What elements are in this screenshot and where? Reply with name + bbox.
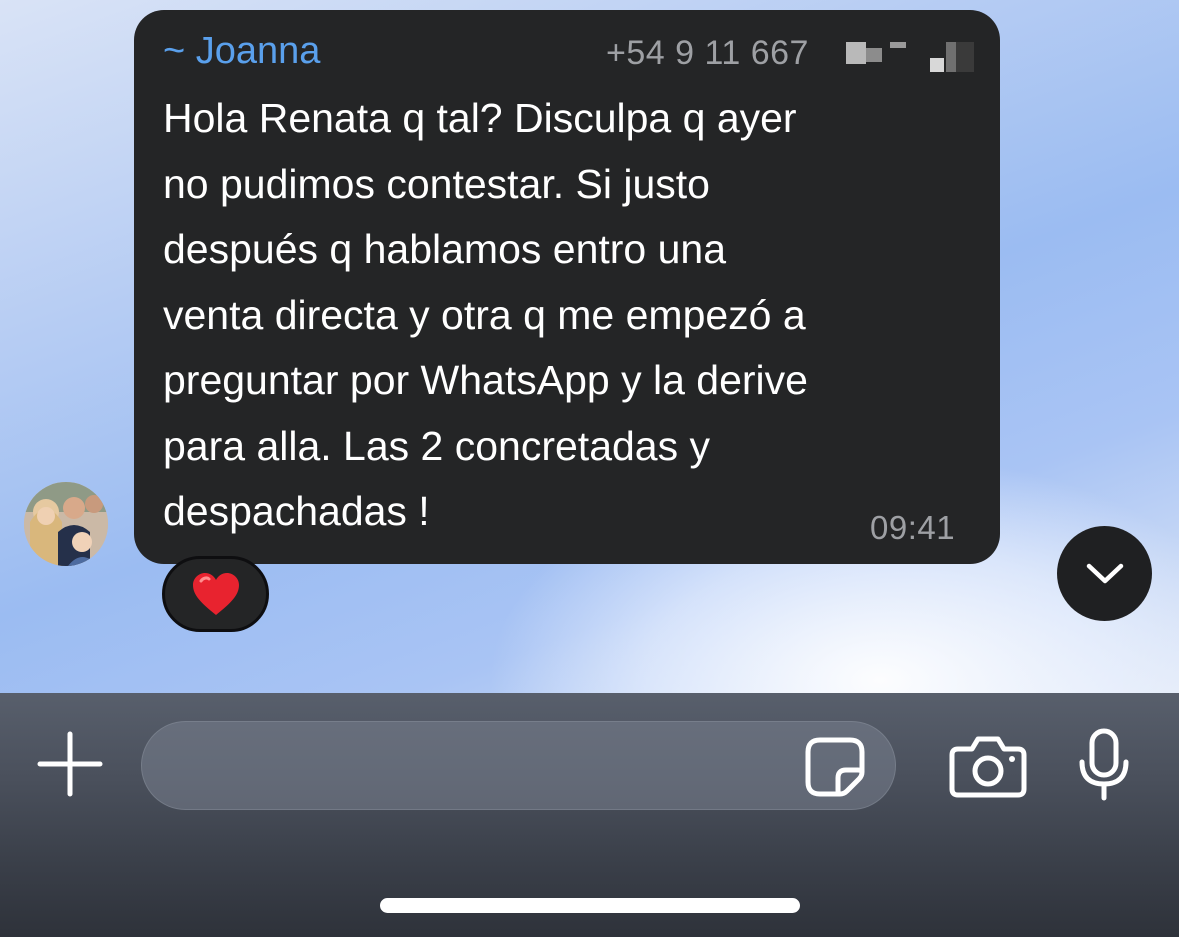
message-text: Hola Renata q tal? Disculpa q ayer no pu… [163,95,808,534]
camera-icon [949,736,1027,798]
reaction-badge[interactable] [162,556,269,632]
home-indicator[interactable] [380,898,800,913]
redacted-phone-digits [842,38,1002,78]
scroll-to-bottom-button[interactable] [1057,526,1152,621]
sender-avatar[interactable] [24,482,108,566]
chevron-down-icon [1086,563,1123,583]
message-input[interactable] [172,742,796,792]
avatar-photo [24,482,108,566]
microphone-icon [1079,728,1129,801]
sender-name[interactable]: ~ Joanna [163,28,320,74]
message-timestamp: 09:41 [870,509,956,546]
plus-icon [37,731,103,797]
heart-icon [192,573,239,615]
message-input-field[interactable] [141,721,896,810]
sender-phone: +54 9 11 667 [606,34,809,72]
sticker-button[interactable] [802,734,868,800]
camera-button[interactable] [948,733,1028,799]
microphone-button[interactable] [1077,728,1131,802]
attach-button[interactable] [36,730,104,798]
sticker-icon [805,737,865,797]
